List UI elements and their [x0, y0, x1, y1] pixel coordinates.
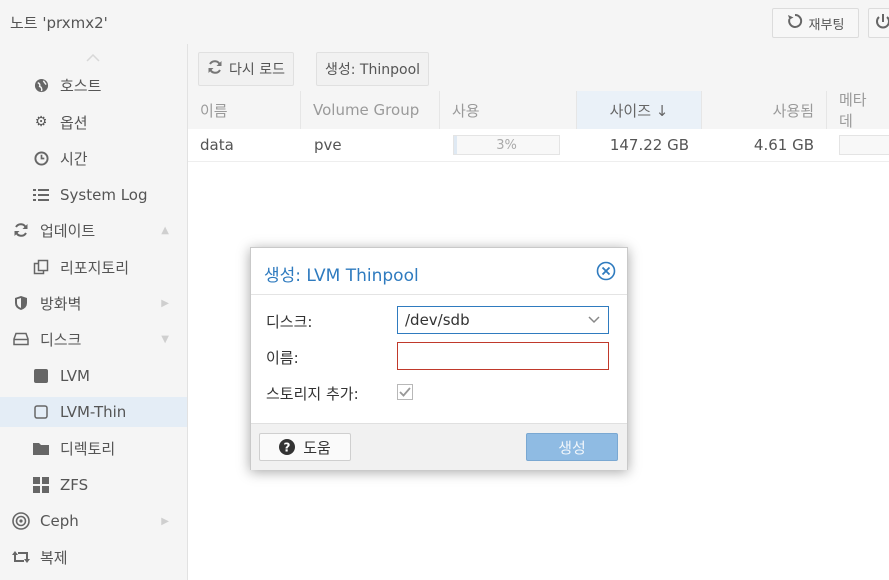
shield-icon [12, 294, 30, 312]
sidebar-item-label: 호스트 [60, 76, 102, 95]
chevron-down-icon[interactable] [588, 316, 600, 324]
globe-icon [32, 76, 50, 94]
create-lvm-thinpool-dialog: 생성: LVM Thinpool 디스크: /dev/sdb 이름: 스토리지 … [250, 247, 628, 470]
sidebar-item-system-log[interactable]: System Log [0, 180, 187, 210]
column-header-size[interactable]: 사이즈 ↓ [577, 91, 702, 129]
help-button[interactable]: ? 도움 [259, 433, 351, 461]
cell-used: 4.61 GB [753, 136, 814, 154]
usage-progress-bar: 3% [453, 135, 560, 155]
sidebar: 호스트 ⚙ 옵션 시간 System Log 업데이트 ▲ 리포지토리 방화벽 … [0, 44, 188, 580]
folder-icon [32, 439, 50, 457]
copy-icon [32, 258, 50, 276]
sidebar-item-label: 리포지토리 [60, 258, 130, 277]
grid-icon [32, 476, 50, 494]
create-label: 생성 [558, 438, 586, 457]
table-row[interactable]: data pve 3% 147.22 GB 4.61 GB [188, 129, 889, 162]
column-header-used[interactable]: 사용됨 [702, 91, 827, 129]
sidebar-item-label: 디스크 [40, 330, 82, 349]
sidebar-item-time[interactable]: 시간 [0, 143, 187, 173]
sidebar-item-label: 방화벽 [40, 294, 82, 313]
sidebar-item-firewall[interactable]: 방화벽 ▶ [0, 288, 187, 318]
disk-select-value: /dev/sdb [405, 311, 470, 329]
gear-icon: ⚙ [34, 114, 48, 130]
sidebar-item-label: 디렉토리 [60, 439, 116, 458]
dialog-header: 생성: LVM Thinpool [251, 248, 627, 295]
cell-volume-group: pve [314, 136, 342, 154]
ceph-icon [12, 512, 30, 530]
clock-icon [32, 149, 50, 167]
dialog-title: 생성: LVM Thinpool [264, 266, 419, 286]
sidebar-item-directory[interactable]: 디렉토리 [0, 433, 187, 463]
disk-label: 디스크: [266, 313, 313, 331]
sidebar-item-lvm-thin[interactable]: LVM-Thin [0, 397, 187, 427]
reboot-button[interactable]: 재부팅 [772, 8, 859, 38]
help-icon: ? [279, 439, 296, 455]
drive-icon [12, 330, 30, 348]
reload-button[interactable]: 다시 로드 [198, 52, 294, 86]
sidebar-item-label: LVM-Thin [60, 403, 127, 421]
sidebar-item-disks[interactable]: 디스크 ▼ [0, 324, 187, 354]
chevron-right-icon[interactable]: ▶ [161, 298, 169, 309]
column-header-name[interactable]: 이름 [188, 91, 301, 129]
create-button[interactable]: 생성 [526, 433, 618, 461]
sidebar-item-zfs[interactable]: ZFS [0, 470, 187, 500]
add-storage-checkbox[interactable] [397, 384, 413, 400]
add-storage-label: 스토리지 추가: [266, 385, 359, 403]
usage-percent: 3% [496, 137, 517, 153]
sidebar-item-replication[interactable]: 복제 [0, 542, 187, 572]
sidebar-item-label: System Log [60, 186, 148, 204]
top-bar: 노트 'prxmx2' 재부팅 [0, 0, 889, 44]
sidebar-item-lvm[interactable]: LVM [0, 361, 187, 391]
sidebar-item-label: 복제 [40, 548, 68, 567]
column-header-usage[interactable]: 사용 [440, 91, 577, 129]
chevron-down-icon[interactable]: ▼ [161, 334, 169, 345]
column-header-metadata[interactable]: 메타데 [827, 91, 889, 130]
sidebar-item-options[interactable]: ⚙ 옵션 [0, 107, 187, 137]
sidebar-item-host[interactable]: 호스트 [0, 70, 187, 100]
shutdown-button[interactable] [868, 8, 889, 38]
close-icon[interactable] [596, 261, 616, 281]
dialog-footer: ? 도움 생성 [251, 423, 627, 470]
cell-name: data [200, 136, 234, 154]
checkmark-icon [399, 387, 411, 397]
sidebar-item-label: ZFS [60, 476, 89, 494]
power-icon [876, 14, 889, 29]
node-title: 노트 'prxmx2' [10, 14, 108, 32]
sidebar-item-label: LVM [60, 367, 90, 385]
reboot-icon [787, 13, 803, 33]
refresh-icon [207, 59, 223, 79]
column-header-volume-group[interactable]: Volume Group [301, 91, 440, 129]
svg-text:?: ? [284, 441, 291, 455]
sidebar-item-label: 시간 [60, 149, 88, 168]
metadata-progress-bar [839, 135, 889, 155]
grid-header: 이름 Volume Group 사용 사이즈 ↓ 사용됨 메타데 [188, 91, 889, 130]
reload-label: 다시 로드 [229, 62, 285, 78]
name-field[interactable] [397, 342, 609, 370]
sidebar-item-ceph[interactable]: Ceph ▶ [0, 506, 187, 536]
sidebar-item-updates[interactable]: 업데이트 ▲ [0, 215, 187, 245]
chevron-right-icon[interactable]: ▶ [161, 516, 169, 527]
sidebar-item-repositories[interactable]: 리포지토리 [0, 252, 187, 282]
reboot-label: 재부팅 [808, 17, 845, 33]
retweet-icon [12, 548, 30, 566]
create-thinpool-label: 생성: Thinpool [325, 62, 421, 78]
help-label: 도움 [303, 438, 331, 457]
toolbar: 다시 로드 생성: Thinpool [188, 44, 889, 91]
usage-progress-fill [454, 136, 458, 154]
square-icon [32, 367, 50, 385]
sidebar-item-label: Ceph [40, 512, 79, 530]
chevron-up-icon[interactable]: ▲ [161, 225, 169, 236]
name-label: 이름: [266, 349, 299, 367]
create-thinpool-button[interactable]: 생성: Thinpool [316, 52, 430, 86]
square-outline-icon [32, 403, 50, 421]
disk-select[interactable]: /dev/sdb [397, 306, 609, 334]
cell-size: 147.22 GB [609, 136, 689, 154]
refresh-icon [12, 221, 30, 239]
list-icon [32, 186, 50, 204]
scroll-up-icon[interactable] [86, 54, 100, 62]
sidebar-item-label: 업데이트 [40, 221, 96, 240]
sidebar-item-label: 옵션 [60, 113, 88, 132]
